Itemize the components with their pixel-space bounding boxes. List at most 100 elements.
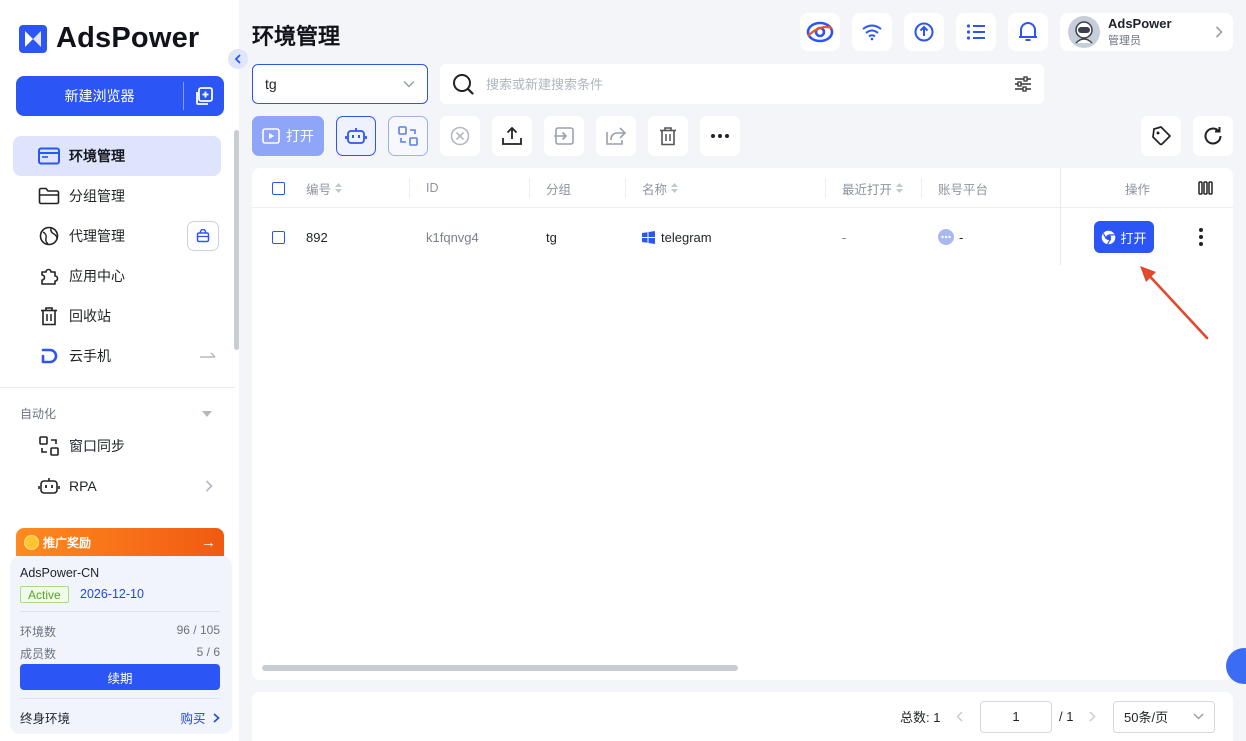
open-browser-button[interactable]: 打开 (1094, 221, 1154, 253)
window-sync-icon (37, 434, 61, 458)
adspower-logo-icon (19, 24, 47, 53)
select-all-cell (272, 168, 285, 208)
user-info: AdsPower 管理员 (1108, 16, 1172, 48)
column-divider (625, 178, 626, 198)
row-checkbox[interactable] (272, 230, 285, 244)
group-select-value: tg (265, 76, 277, 92)
page-size-select[interactable]: 50条/页 (1113, 700, 1215, 733)
more-actions-button[interactable] (700, 116, 740, 156)
more-horizontal-icon (711, 134, 729, 138)
user-name: AdsPower (1108, 16, 1172, 31)
open-window-icon (262, 128, 280, 144)
browser-window-icon (37, 144, 61, 168)
table-row[interactable]: 892 k1fqnvg4 tg telegram - - 打开 (252, 209, 1233, 265)
filter-settings-icon[interactable] (1014, 76, 1032, 92)
promotion-banner[interactable]: 推广奖励 → (16, 528, 224, 556)
batch-create-button[interactable] (184, 76, 224, 116)
nav-item-recycle-bin[interactable]: 回收站 (13, 296, 221, 336)
column-label: 分组 (546, 182, 572, 197)
column-settings-button[interactable] (1198, 168, 1213, 208)
browser-icon (1102, 230, 1116, 244)
page-number-input[interactable] (980, 700, 1052, 733)
adspower-update-button[interactable] (800, 13, 840, 51)
delete-button[interactable] (648, 116, 688, 156)
horizontal-scrollbar[interactable] (262, 665, 738, 671)
share-button[interactable] (596, 116, 636, 156)
window-sync-icon (398, 126, 418, 146)
import-button[interactable] (544, 116, 584, 156)
automation-section-header[interactable]: 自动化 (20, 405, 212, 422)
window-sync-button[interactable] (388, 116, 428, 156)
member-count-label: 成员数 (20, 647, 57, 661)
refresh-button[interactable] (1193, 116, 1233, 156)
sort-icon (335, 183, 343, 193)
nav-item-label: 分组管理 (69, 188, 125, 204)
column-label: 操作 (1125, 182, 1151, 197)
adspower-logo-icon (806, 21, 834, 43)
group-select[interactable]: tg (252, 64, 428, 104)
close-browsers-button[interactable] (440, 116, 480, 156)
nav-item-cloud-phone[interactable]: 云手机 (13, 336, 221, 376)
nav-item-environments[interactable]: 环境管理 (13, 136, 221, 176)
add-copy-icon (196, 87, 213, 105)
new-browser-button-group: 新建浏览器 (16, 76, 224, 116)
nav-item-groups[interactable]: 分组管理 (13, 176, 221, 216)
env-count-value: 96 / 105 (176, 623, 220, 637)
pagination: 总数: 1 / 1 50条/页 (252, 692, 1233, 741)
new-browser-button[interactable]: 新建浏览器 (16, 76, 183, 116)
prev-page-button[interactable] (956, 692, 963, 741)
upload-button[interactable] (492, 116, 532, 156)
tag-button[interactable] (1141, 116, 1181, 156)
automation-nav: 窗口同步 RPA (13, 426, 221, 506)
next-page-button[interactable] (1089, 692, 1096, 741)
cell-group: tg (546, 229, 557, 245)
globe-icon (37, 224, 61, 248)
task-list-button[interactable] (956, 13, 996, 51)
sort-icon (671, 183, 679, 193)
sync-button[interactable] (904, 13, 944, 51)
row-more-button[interactable] (1198, 209, 1204, 265)
cell-number: 892 (306, 229, 328, 245)
sidebar-scrollbar[interactable] (234, 130, 239, 350)
chevron-left-icon (956, 711, 963, 722)
nav-item-rpa[interactable]: RPA (13, 466, 221, 506)
column-label: 最近打开 (842, 182, 893, 197)
open-browser-label: 打开 (1120, 230, 1147, 246)
chevron-right-icon (205, 479, 213, 495)
nav-item-app-center[interactable]: 应用中心 (13, 256, 221, 296)
page-title: 环境管理 (252, 24, 341, 49)
chevron-down-icon (403, 80, 415, 88)
nav-item-label: 代理管理 (69, 228, 125, 244)
notifications-button[interactable] (1008, 13, 1048, 51)
cell-id: k1fqnvg4 (426, 229, 479, 245)
sidebar-collapse-button[interactable] (228, 49, 248, 69)
column-group: 分组 (546, 168, 571, 208)
column-last-open[interactable]: 最近打开 (842, 168, 904, 208)
select-all-checkbox[interactable] (272, 181, 285, 195)
cloud-phone-icon (37, 344, 61, 368)
robot-icon (37, 474, 61, 498)
buy-link[interactable]: 购买 (181, 708, 221, 727)
page-input-wrap (980, 692, 1052, 741)
app-logo[interactable]: AdsPower (19, 22, 199, 55)
nav-item-proxies[interactable]: 代理管理 (13, 216, 221, 256)
cell-name: telegram (642, 209, 712, 265)
sync-icon (914, 22, 934, 42)
network-status-button[interactable] (852, 13, 892, 51)
astronaut-avatar-icon (1075, 21, 1093, 44)
user-menu[interactable]: AdsPower 管理员 (1060, 13, 1233, 51)
search-input[interactable] (486, 76, 1014, 92)
plan-divider (20, 611, 220, 612)
share-icon (606, 127, 627, 145)
cell-last-open: - (842, 229, 847, 245)
column-number[interactable]: 编号 (306, 168, 343, 208)
renew-button[interactable]: 续期 (20, 664, 220, 690)
nav-item-window-sync[interactable]: 窗口同步 (13, 426, 221, 466)
rpa-button[interactable] (336, 116, 376, 156)
proxy-shop-button[interactable] (187, 221, 219, 251)
batch-open-button[interactable]: 打开 (252, 116, 324, 156)
main-nav: 环境管理 分组管理 代理管理 应用中心 回收站 云手机 (13, 136, 221, 376)
bell-icon (1019, 22, 1037, 41)
lifetime-env-row: 终身环境 购买 (20, 708, 220, 727)
column-name[interactable]: 名称 (642, 168, 679, 208)
